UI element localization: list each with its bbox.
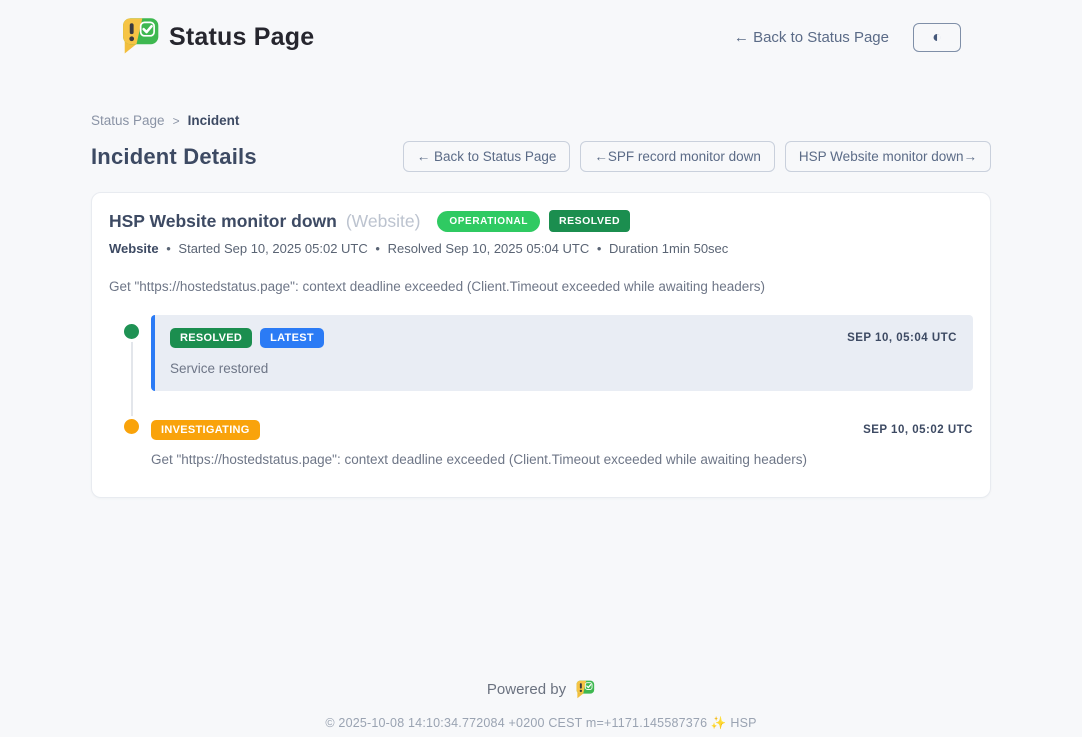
main-content: Status Page > Incident Incident Details … xyxy=(91,60,991,498)
breadcrumb-incident: Incident xyxy=(188,113,240,128)
meta-resolved: Resolved Sep 10, 2025 05:04 UTC xyxy=(388,241,590,256)
page-title: Incident Details xyxy=(91,144,257,170)
incident-meta: Website • Started Sep 10, 2025 05:02 UTC… xyxy=(109,241,973,256)
incident-timeline: RESOLVED LATEST SEP 10, 05:04 UTC Servic… xyxy=(109,315,973,467)
timeline-dot-green xyxy=(124,324,139,339)
timeline-timestamp: SEP 10, 05:04 UTC xyxy=(847,332,957,344)
resolved-state-badge: RESOLVED xyxy=(549,210,630,232)
logo-brand-text: Status Page xyxy=(169,23,318,52)
timeline-message: Service restored xyxy=(170,361,957,376)
breadcrumb-separator: > xyxy=(173,114,180,128)
timeline-update-card: RESOLVED LATEST SEP 10, 05:04 UTC Servic… xyxy=(151,315,973,391)
next-incident-button[interactable]: HSP Website monitor down→ xyxy=(785,141,991,172)
meta-duration: Duration 1min 50sec xyxy=(609,241,728,256)
latest-badge: LATEST xyxy=(260,328,324,348)
footer: Powered by © 2025-10-08 14:10:34.772084 … xyxy=(0,679,1082,731)
timeline-timestamp: SEP 10, 05:02 UTC xyxy=(863,424,973,436)
status-page-logo-icon xyxy=(118,15,160,60)
breadcrumb-status-page[interactable]: Status Page xyxy=(91,113,165,128)
incident-card: HSP Website monitor down (Website) OPERA… xyxy=(91,192,991,498)
incident-title: HSP Website monitor down xyxy=(109,211,337,232)
meta-component: Website xyxy=(109,241,159,256)
incident-component: (Website) xyxy=(346,211,421,232)
breadcrumb: Status Page > Incident xyxy=(91,113,991,128)
status-page-logo[interactable]: Status Page hosted xyxy=(118,15,318,60)
incident-description: Get "https://hostedstatus.page": context… xyxy=(109,279,973,294)
timeline-update-plain: INVESTIGATING SEP 10, 05:02 UTC Get "htt… xyxy=(151,420,973,467)
prev-incident-button[interactable]: ←SPF record monitor down xyxy=(580,141,775,172)
half-circle-theme-icon: ◐ xyxy=(932,30,942,46)
header: Status Page hosted ← Back to Status Page… xyxy=(0,0,1082,60)
status-page-logo-icon[interactable] xyxy=(574,679,595,699)
powered-by-label: Powered by xyxy=(487,681,566,698)
timeline-entry-investigating: INVESTIGATING SEP 10, 05:02 UTC Get "htt… xyxy=(109,420,973,467)
copyright-line: © 2025-10-08 14:10:34.772084 +0200 CEST … xyxy=(0,716,1082,731)
investigating-badge: INVESTIGATING xyxy=(151,420,260,440)
timeline-message: Get "https://hostedstatus.page": context… xyxy=(151,452,973,467)
meta-started: Started Sep 10, 2025 05:02 UTC xyxy=(178,241,367,256)
powered-by: Powered by xyxy=(487,679,595,699)
timeline-dot-orange xyxy=(124,419,139,434)
back-to-status-page-button[interactable]: ← Back to Status Page xyxy=(403,141,571,172)
resolved-badge: RESOLVED xyxy=(170,328,252,348)
timeline-entry-resolved: RESOLVED LATEST SEP 10, 05:04 UTC Servic… xyxy=(109,315,973,391)
incident-nav-buttons: ← Back to Status Page ←SPF record monito… xyxy=(403,141,991,172)
header-back-link[interactable]: ← Back to Status Page xyxy=(734,29,889,46)
operational-status-badge: OPERATIONAL xyxy=(437,211,540,232)
theme-toggle-button[interactable]: ◐ xyxy=(913,23,961,52)
